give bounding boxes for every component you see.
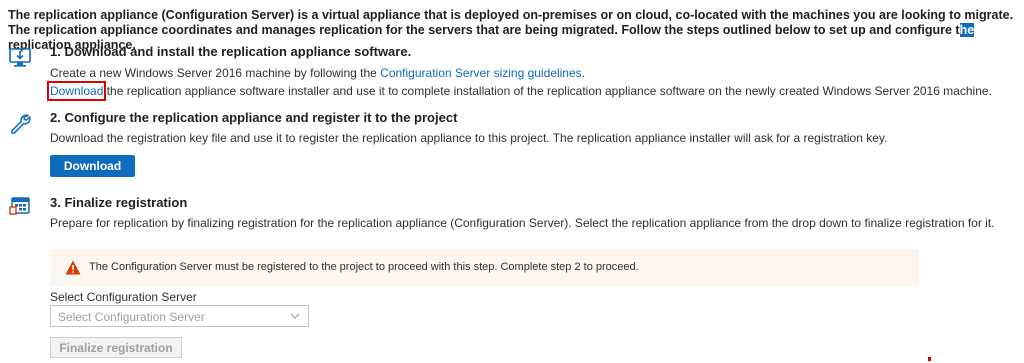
step1-line1: Create a new Windows Server 2016 machine… xyxy=(50,66,585,80)
warning-text: The Configuration Server must be registe… xyxy=(89,261,639,273)
step1-line1-suffix: . xyxy=(581,66,585,80)
select-server-dropdown[interactable]: Select Configuration Server xyxy=(50,305,309,327)
intro-text: The replication appliance (Configuration… xyxy=(8,8,1014,37)
download-installer-link[interactable]: Download xyxy=(46,81,107,101)
step1-line2-suffix: the replication appliance software insta… xyxy=(103,84,992,98)
chevron-down-icon xyxy=(290,313,300,319)
download-key-button[interactable]: Download xyxy=(50,155,135,177)
step2-title: 2. Configure the replication appliance a… xyxy=(50,110,458,125)
step1-line1-prefix: Create a new Windows Server 2016 machine… xyxy=(50,66,381,80)
warning-banner: The Configuration Server must be registe… xyxy=(50,249,919,286)
step2-text: Download the registration key file and u… xyxy=(50,131,888,145)
wrench-icon xyxy=(11,114,31,134)
select-server-placeholder: Select Configuration Server xyxy=(58,310,205,324)
intro-selected-text: he xyxy=(959,23,975,37)
monitor-download-icon xyxy=(9,48,31,67)
calendar-icon xyxy=(9,197,30,215)
sizing-guidelines-link[interactable]: Configuration Server sizing guidelines xyxy=(380,66,581,80)
finalize-registration-button[interactable]: Finalize registration xyxy=(50,337,182,358)
step3-title: 3. Finalize registration xyxy=(50,195,188,210)
select-server-label: Select Configuration Server xyxy=(50,290,197,304)
step1-line2: Download the replication appliance softw… xyxy=(46,81,992,101)
step3-text: Prepare for replication by finalizing re… xyxy=(50,216,995,230)
cursor-marker xyxy=(928,357,931,361)
step1-title: 1. Download and install the replication … xyxy=(50,44,412,59)
warning-icon xyxy=(65,260,81,275)
